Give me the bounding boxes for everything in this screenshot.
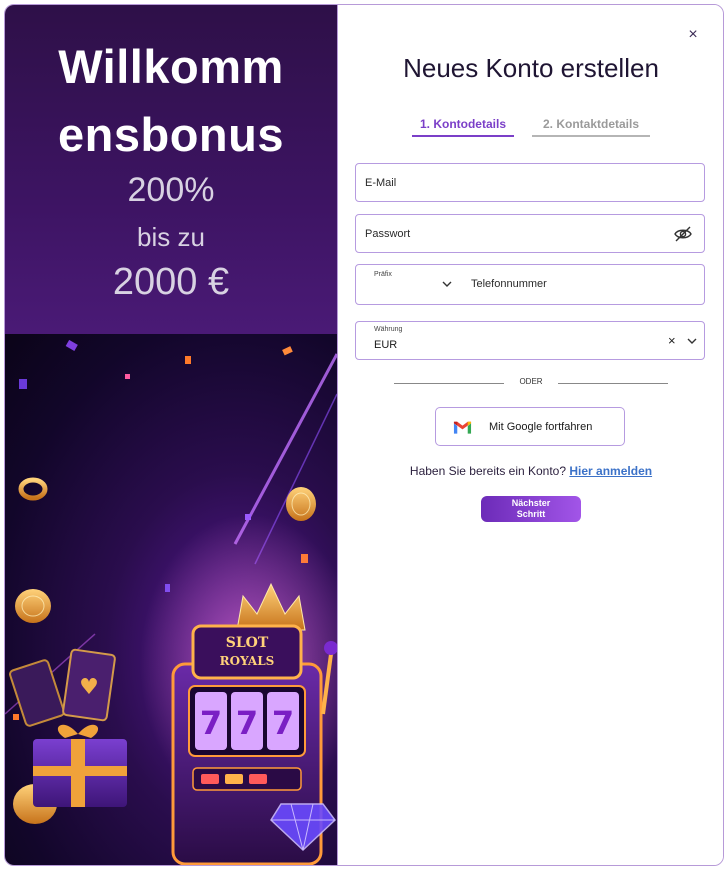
promo-panel: Willkomm ensbonus 200% bis zu 2000 € ♥ S… [5, 5, 337, 865]
email-field[interactable]: E-Mail [355, 163, 705, 202]
prefix-label: Präfix [374, 271, 392, 278]
close-icon[interactable]: × [685, 27, 701, 43]
chevron-down-icon[interactable] [687, 337, 697, 345]
currency-select[interactable]: Währung EUR × [355, 321, 705, 360]
reel-1: 7 [200, 704, 222, 742]
next-button-line2: Schritt [516, 509, 546, 519]
eye-slash-icon[interactable] [674, 226, 692, 242]
slot-machine-illustration: ♥ SLOT ROYALS 7 7 7 [5, 334, 337, 865]
reel-2: 7 [236, 704, 258, 742]
modal-title: Neues Konto erstellen [403, 53, 659, 83]
phone-placeholder: Telefonnummer [471, 278, 547, 290]
or-label: ODER [519, 377, 543, 386]
divider-line [394, 383, 504, 384]
google-g-icon [453, 421, 472, 434]
clear-icon[interactable]: × [668, 333, 676, 348]
or-divider: ODER [394, 377, 668, 391]
password-field[interactable]: Passwort [355, 214, 705, 253]
slot-sign-line1: SLOT [226, 635, 269, 651]
phone-field[interactable]: Präfix Telefonnummer [355, 264, 705, 305]
login-prompt: Haben Sie bereits ein Konto? Hier anmeld… [338, 464, 723, 478]
bonus-amount: 2000 € [112, 261, 230, 303]
next-step-button[interactable]: Nächster Schritt [481, 496, 581, 522]
tab-kontaktdetails[interactable]: 2. Kontaktdetails [532, 117, 650, 137]
signup-modal: Willkomm ensbonus 200% bis zu 2000 € ♥ S… [4, 4, 724, 866]
bonus-percent: 200% [127, 171, 215, 209]
reel-3: 7 [272, 704, 294, 742]
login-prompt-text: Haben Sie bereits ein Konto? [409, 464, 567, 478]
welcome-bonus-banner: Willkomm ensbonus 200% bis zu 2000 € [5, 5, 337, 334]
headline-line2: ensbonus [58, 108, 284, 161]
headline-line1: Willkomm [58, 40, 284, 93]
next-button-line1: Nächster [511, 498, 551, 508]
chevron-down-icon[interactable] [442, 280, 452, 288]
google-button-label: Mit Google fortfahren [489, 421, 593, 433]
login-link[interactable]: Hier anmelden [569, 464, 652, 478]
signup-form-panel: × Neues Konto erstellen 1. Kontodetails … [337, 5, 723, 865]
bonus-bis-zu: bis zu [137, 222, 205, 252]
google-signin-button[interactable]: Mit Google fortfahren [435, 407, 625, 446]
divider-line [558, 383, 668, 384]
slot-machine-illustration-svg: ♥ SLOT ROYALS 7 7 7 [5, 339, 337, 865]
svg-text:♥: ♥ [79, 675, 99, 700]
slot-sign-line2: ROYALS [220, 654, 275, 668]
password-placeholder: Passwort [365, 228, 411, 240]
tab-kontodetails[interactable]: 1. Kontodetails [412, 117, 514, 137]
currency-label: Währung [374, 326, 403, 333]
currency-value: EUR [374, 339, 398, 351]
email-placeholder: E-Mail [365, 177, 397, 189]
